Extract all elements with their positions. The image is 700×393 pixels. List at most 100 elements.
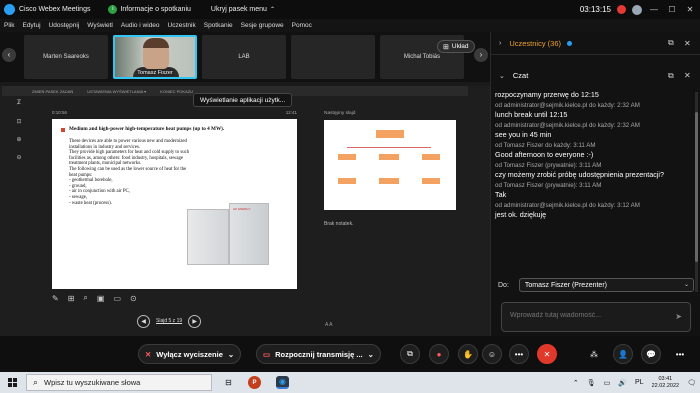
record-button[interactable]: ● [429,344,449,364]
close-window-button[interactable]: ✕ [684,5,696,14]
share-side-tools: Ꮖ̸ ⊡ ⊕ ⊖ [12,100,26,250]
scrollbar-thumb[interactable] [695,112,698,262]
slide-timer: 0:10:56 [52,110,68,115]
send-icon[interactable]: ➤ [675,312,682,321]
presenter-tool[interactable]: USTAWIENIA WYŚWIETLANIA ▾ [87,89,146,94]
diagram-line [347,147,431,148]
close-icon[interactable]: ✕ [684,39,691,48]
video-tile-active-speaker[interactable]: Tomasz Fiszer [113,35,197,79]
zoom-in-icon[interactable]: ⊕ [12,136,26,143]
chevron-down-icon: ⌄ [499,72,505,80]
subtitles-icon[interactable]: ▭ [113,294,121,303]
chat-message: od Tomasz Fiszer do każdy: 3:11 AM Good … [495,142,691,159]
pop-out-icon[interactable]: ⧉ [668,71,674,81]
diagram-box [379,178,399,184]
chat-icon: 💬 [646,349,656,359]
start-stream-button[interactable]: ▭ Rozpocznij transmisję ... ⌄ [256,344,381,364]
slide-title: Medium and high-power high-temperature h… [69,126,225,132]
reactions-button[interactable]: ☺ [482,344,502,364]
chat-panel-header[interactable]: ⌄ Czat ⧉ ✕ [491,64,700,87]
fit-icon[interactable]: ⊡ [12,118,26,125]
tile-name: Marten Saareoks [43,54,89,60]
message-text: Good afternoon to everyone :-) [495,150,594,159]
menu-item-view[interactable]: Wyświetl [87,22,113,29]
taskbar-search[interactable]: ⌕ Wpisz tu wyszukiwane słowa [26,374,212,391]
title-bar: Cisco Webex Meetings i Informacje o spot… [0,0,700,19]
next-slide-preview[interactable] [324,120,456,210]
apps-button[interactable]: ⁂ [584,344,604,364]
webex-app-icon[interactable]: ◉ [276,376,289,389]
recipient-row: Do: Tomasz Fiszer (Prezenter) ⌄ [498,277,694,293]
more-panels-button[interactable]: ••• [670,344,690,364]
chat-button[interactable]: 💬 [641,344,661,364]
search-icon[interactable]: ⌕ [83,293,87,303]
end-meeting-button[interactable]: ✕ [537,344,557,364]
unmute-button[interactable]: ✕ Wyłącz wyciszenie ⌄ [138,344,242,364]
chat-message: od Tomasz Fiszer (prywatnie): 3:11 AM Ta… [495,182,691,199]
microphone-icon[interactable]: 🎙 [587,379,596,387]
menu-item-audio-video[interactable]: Audio i wideo [121,22,160,29]
volume-icon[interactable]: 🔊 [618,379,627,387]
person-icon: 👤 [618,349,628,359]
close-icon[interactable]: ✕ [684,71,691,80]
participants-button[interactable]: 👤 [613,344,633,364]
screen-icon[interactable]: ▣ [97,294,105,303]
recipient-select[interactable]: Tomasz Fiszer (Prezenter) ⌄ [518,278,694,292]
diagram-box [422,178,440,184]
more-button[interactable]: ••• [509,344,529,364]
pointer-icon[interactable]: Ꮖ̸ [12,100,26,107]
video-tile[interactable]: Marten Saareoks [24,35,108,79]
message-sender: od Tomasz Fiszer do każdy: 3:11 AM [495,142,596,149]
to-label: Do: [498,281,509,289]
meeting-info-button[interactable]: i Informacje o spotkaniu [108,5,191,14]
chat-message-input[interactable] [510,312,630,319]
strip-prev-button[interactable]: ‹ [2,48,16,62]
menu-item-file[interactable]: Plik [4,22,14,29]
avatar[interactable] [632,4,642,15]
message-sender: od administrator@sejmik.kielce.pl do każ… [495,102,640,109]
video-tile[interactable]: LAB [202,35,286,79]
grid-icon: ⊞ [443,43,449,51]
taskbar-clock[interactable]: 03:41 22.02.2022 [652,376,680,390]
diagram-box [379,154,399,160]
record-icon: ● [436,349,442,359]
participants-panel-header[interactable]: › Uczestnicy (36) ⧉ ✕ [491,32,700,55]
chevron-up-icon[interactable]: ⌃ [573,379,579,387]
strip-next-button[interactable]: › [474,48,488,62]
menu-item-meeting[interactable]: Spotkanie [204,22,233,29]
message-text: czy możemy zrobić próbę udostępnienia pr… [495,170,664,179]
webex-logo-icon [4,4,15,15]
share-button[interactable]: ⧉ [400,344,420,364]
maximize-button[interactable]: ☐ [666,5,678,14]
task-view-icon[interactable]: ⊟ [222,376,235,389]
hand-icon: ✋ [463,349,473,359]
zoom-out-icon[interactable]: ⊖ [12,154,26,161]
powerpoint-app-icon[interactable]: P [248,376,261,389]
minimize-button[interactable]: — [648,5,660,14]
chat-scrollbar[interactable] [695,92,698,292]
pen-icon[interactable]: ✎ [52,294,59,303]
raise-hand-button[interactable]: ✋ [458,344,478,364]
notifications-icon[interactable]: 🗨 [687,379,696,387]
windows-start-icon[interactable] [8,378,17,387]
menu-item-help[interactable]: Pomoc [292,22,312,29]
presenter-tool[interactable]: ZMIEŃ PASEK ZADAŃ [32,89,73,94]
previous-slide-button[interactable]: ◀ [137,314,150,328]
presenter-tool[interactable]: KONIEC POKAZU [160,89,193,94]
network-icon[interactable]: ▭ [604,379,611,387]
grid-view-icon[interactable]: ⊞ [68,294,75,303]
menu-item-share[interactable]: Udostępnij [49,22,80,29]
hide-menu-bar-button[interactable]: Ukryj pasek menu ⌃ [211,6,275,13]
language-icon[interactable]: PL [635,379,644,386]
font-size-control[interactable]: A A [325,322,333,328]
menu-item-participant[interactable]: Uczestnik [168,22,196,29]
chat-input-box[interactable]: ➤ [501,302,691,332]
menu-item-breakout[interactable]: Sesje grupowe [241,22,284,29]
more-options-icon[interactable]: ⊙ [130,294,137,303]
windows-taskbar: ⌕ Wpisz tu wyszukiwane słowa ⊟ P ◉ ⌃ 🎙 ▭… [0,372,700,393]
layout-button[interactable]: ⊞ Układ [437,40,475,53]
video-tile[interactable] [291,35,375,79]
pop-out-icon[interactable]: ⧉ [668,38,674,48]
next-slide-button[interactable]: ▶ [188,314,202,328]
menu-item-edit[interactable]: Edytuj [22,22,40,29]
